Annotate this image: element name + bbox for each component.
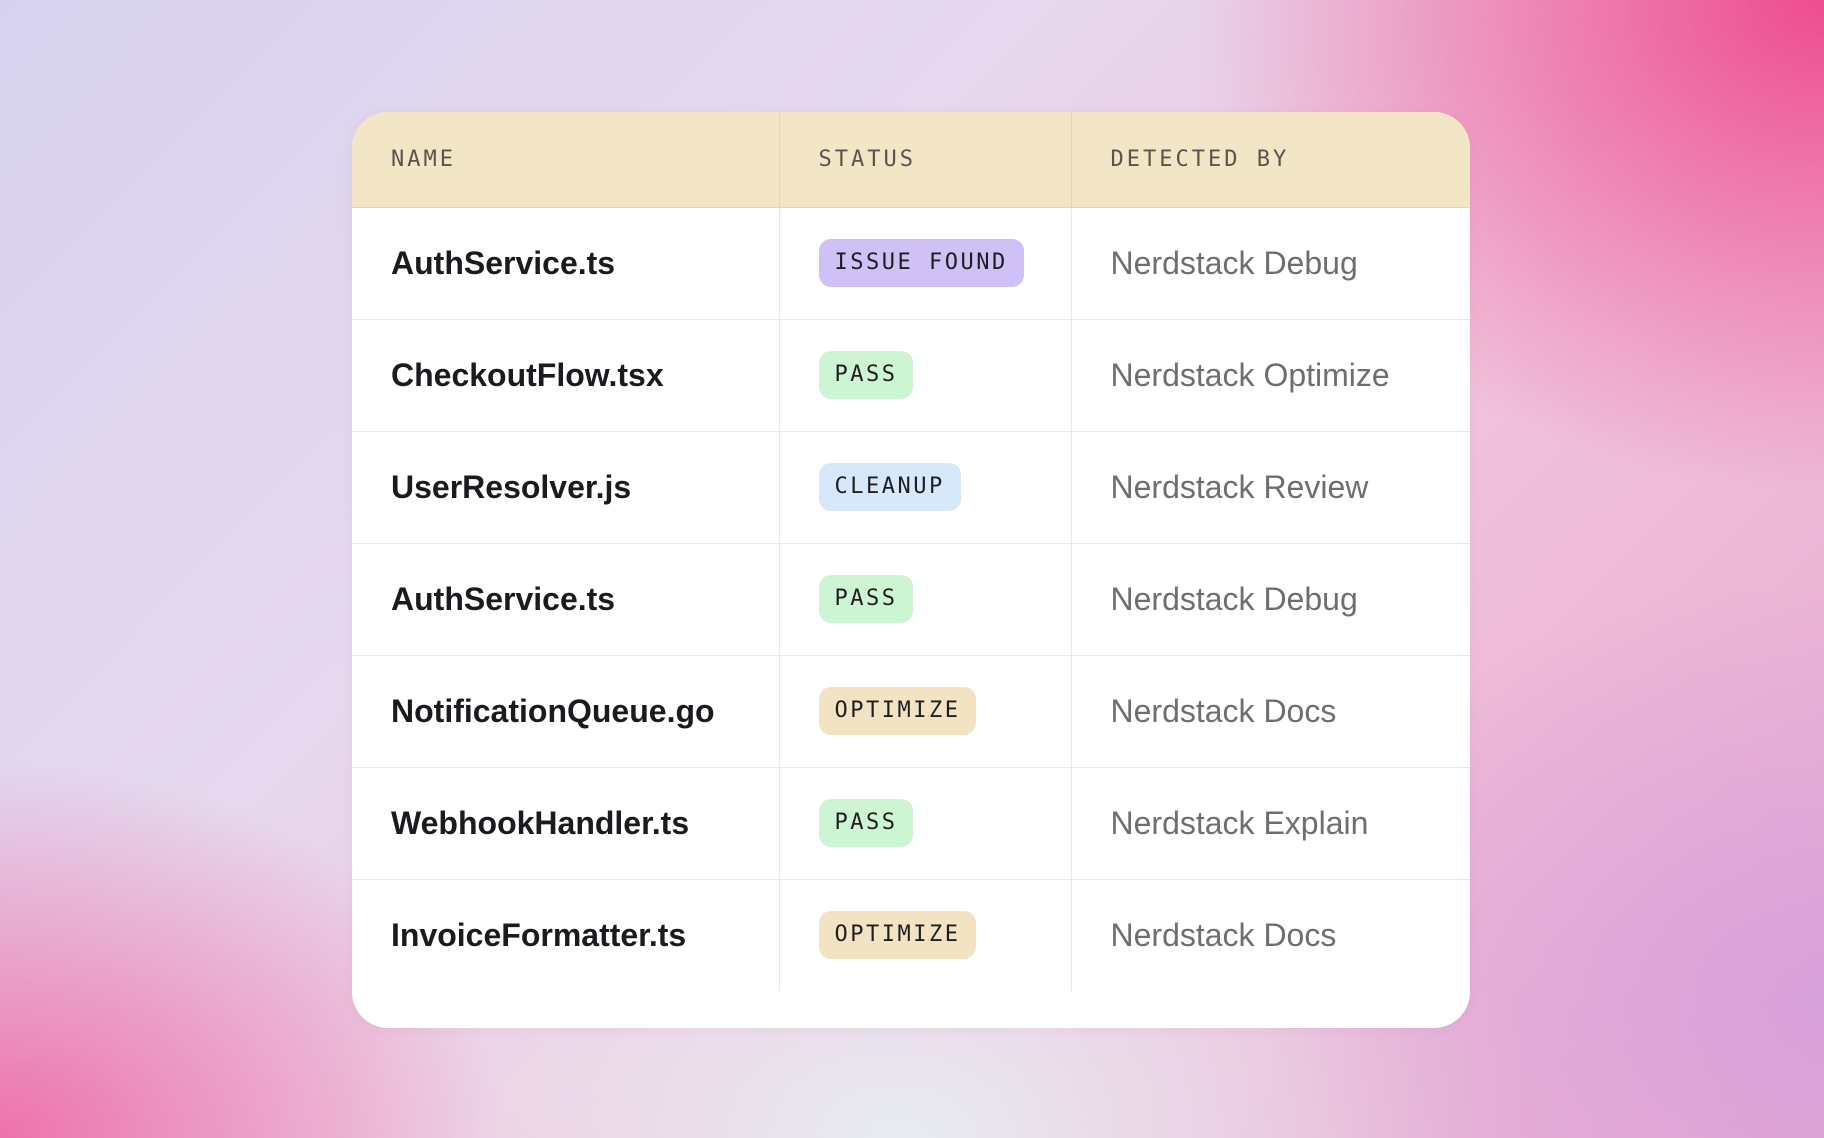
detected-by: Nerdstack Debug <box>1110 580 1358 617</box>
file-name: CheckoutFlow.tsx <box>391 356 664 393</box>
status-badge: CLEANUP <box>818 463 961 511</box>
column-header-name[interactable]: NAME <box>352 112 779 208</box>
status-badge: OPTIMIZE <box>818 687 977 735</box>
table-row[interactable]: NotificationQueue.go OPTIMIZE Nerdstack … <box>352 654 1470 767</box>
detected-by-cell: Nerdstack Explain <box>1070 766 1470 879</box>
status-cell: PASS <box>778 542 1071 655</box>
name-cell: NotificationQueue.go <box>352 654 779 767</box>
detected-by-cell: Nerdstack Debug <box>1070 207 1470 319</box>
status-cell: ISSUE FOUND <box>778 207 1071 319</box>
table-row[interactable]: WebhookHandler.ts PASS Nerdstack Explain <box>352 766 1470 879</box>
file-name: UserResolver.js <box>391 468 632 505</box>
detected-by: Nerdstack Explain <box>1110 804 1369 841</box>
table-row[interactable]: InvoiceFormatter.ts OPTIMIZE Nerdstack D… <box>352 878 1470 991</box>
status-badge: PASS <box>818 575 914 623</box>
column-header-status[interactable]: STATUS <box>778 112 1071 208</box>
table-body: AuthService.ts ISSUE FOUND Nerdstack Deb… <box>352 207 1470 991</box>
file-name: WebhookHandler.ts <box>391 804 690 841</box>
file-name: AuthService.ts <box>391 580 616 617</box>
results-table: NAME STATUS DETECTED BY AuthService.ts I… <box>352 112 1470 991</box>
detected-by-cell: Nerdstack Docs <box>1070 878 1470 991</box>
status-cell: OPTIMIZE <box>778 654 1071 767</box>
name-cell: UserResolver.js <box>352 430 779 543</box>
detected-by-cell: Nerdstack Docs <box>1070 654 1470 767</box>
status-badge: ISSUE FOUND <box>818 239 1024 287</box>
table-row[interactable]: CheckoutFlow.tsx PASS Nerdstack Optimize <box>352 318 1470 431</box>
status-badge: PASS <box>818 351 914 399</box>
table-row[interactable]: AuthService.ts ISSUE FOUND Nerdstack Deb… <box>352 207 1470 319</box>
table-row[interactable]: AuthService.ts PASS Nerdstack Debug <box>352 542 1470 655</box>
name-cell: InvoiceFormatter.ts <box>352 878 779 991</box>
detected-by-cell: Nerdstack Review <box>1070 430 1470 543</box>
name-cell: CheckoutFlow.tsx <box>352 318 779 431</box>
column-header-detected-by[interactable]: DETECTED BY <box>1070 112 1470 208</box>
status-cell: PASS <box>778 318 1071 431</box>
detected-by: Nerdstack Optimize <box>1110 356 1390 393</box>
detected-by-cell: Nerdstack Debug <box>1070 542 1470 655</box>
status-badge: PASS <box>818 799 914 847</box>
detected-by: Nerdstack Docs <box>1110 916 1337 953</box>
page-background: { "table": { "headers": { "name": "NAME"… <box>0 0 1824 1138</box>
detected-by: Nerdstack Docs <box>1110 692 1337 729</box>
file-name: AuthService.ts <box>391 244 616 281</box>
file-name: InvoiceFormatter.ts <box>391 916 687 953</box>
table-row[interactable]: UserResolver.js CLEANUP Nerdstack Review <box>352 430 1470 543</box>
name-cell: AuthService.ts <box>352 542 779 655</box>
results-table-card: NAME STATUS DETECTED BY AuthService.ts I… <box>352 112 1470 1028</box>
detected-by: Nerdstack Review <box>1110 468 1369 505</box>
detected-by-cell: Nerdstack Optimize <box>1070 318 1470 431</box>
table-header-row: NAME STATUS DETECTED BY <box>352 112 1470 208</box>
status-cell: PASS <box>778 766 1071 879</box>
status-cell: CLEANUP <box>778 430 1071 543</box>
status-badge: OPTIMIZE <box>818 911 977 960</box>
status-cell: OPTIMIZE <box>778 878 1071 991</box>
name-cell: AuthService.ts <box>352 207 779 319</box>
file-name: NotificationQueue.go <box>391 692 715 729</box>
name-cell: WebhookHandler.ts <box>352 766 779 879</box>
detected-by: Nerdstack Debug <box>1110 244 1358 281</box>
